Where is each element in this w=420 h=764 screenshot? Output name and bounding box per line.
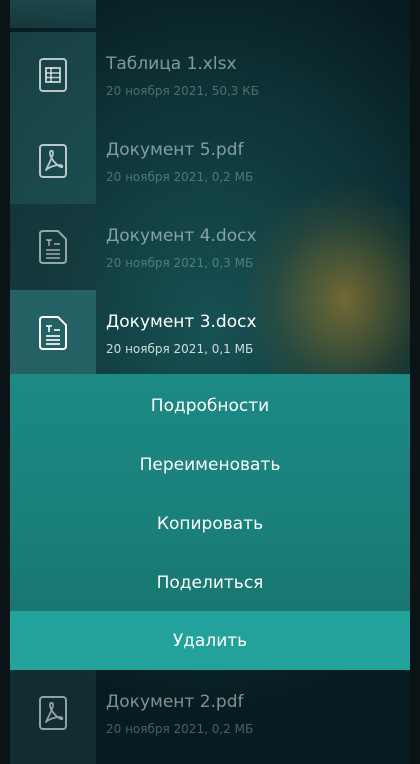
text-document-icon	[39, 230, 67, 264]
file-thumbnail	[10, 118, 96, 204]
file-name: Таблица 1.xlsx	[106, 54, 237, 74]
file-browser-screen: Таблица 1.xlsx 20 ноября 2021, 50,3 КБ Д…	[10, 0, 410, 764]
menu-item-copy[interactable]: Копировать	[10, 494, 410, 553]
text-document-icon	[39, 316, 67, 350]
file-name: Документ 3.docx	[106, 312, 257, 332]
menu-item-delete[interactable]: Удалить	[10, 611, 410, 670]
pdf-icon	[39, 696, 67, 730]
file-meta: 20 ноября 2021, 0,3 МБ	[106, 256, 254, 270]
file-row-selected[interactable]: Документ 3.docx 20 ноября 2021, 0,1 МБ	[10, 290, 410, 376]
file-name: Документ 4.docx	[106, 226, 257, 246]
file-thumbnail	[10, 204, 96, 290]
file-meta: 20 ноября 2021, 0,2 МБ	[106, 722, 254, 736]
left-edge	[0, 0, 10, 764]
context-menu: Подробности Переименовать Копировать Под…	[10, 374, 410, 670]
file-row[interactable]: Документ 5.pdf 20 ноября 2021, 0,2 МБ	[10, 118, 410, 204]
file-meta: 20 ноября 2021, 0,2 МБ	[106, 170, 254, 184]
file-meta: 20 ноября 2021, 50,3 КБ	[106, 84, 259, 98]
spreadsheet-icon	[39, 58, 67, 92]
menu-item-share[interactable]: Поделиться	[10, 553, 410, 612]
next-item-partial	[10, 756, 96, 764]
menu-item-details[interactable]: Подробности	[10, 376, 410, 435]
file-thumbnail	[10, 670, 96, 756]
file-thumbnail	[10, 290, 96, 376]
file-row[interactable]: Таблица 1.xlsx 20 ноября 2021, 50,3 КБ	[10, 32, 410, 118]
file-meta: 20 ноября 2021, 0,1 МБ	[106, 342, 254, 356]
menu-item-rename[interactable]: Переименовать	[10, 435, 410, 494]
partial-thumbnail	[10, 0, 96, 28]
file-row[interactable]: Документ 4.docx 20 ноября 2021, 0,3 МБ	[10, 204, 410, 290]
right-edge	[410, 0, 420, 764]
file-name: Документ 2.pdf	[106, 692, 244, 712]
file-thumbnail	[10, 32, 96, 118]
file-name: Документ 5.pdf	[106, 140, 244, 160]
pdf-icon	[39, 144, 67, 178]
previous-item-partial	[10, 0, 410, 28]
file-row[interactable]: Документ 2.pdf 20 ноября 2021, 0,2 МБ	[10, 670, 410, 756]
